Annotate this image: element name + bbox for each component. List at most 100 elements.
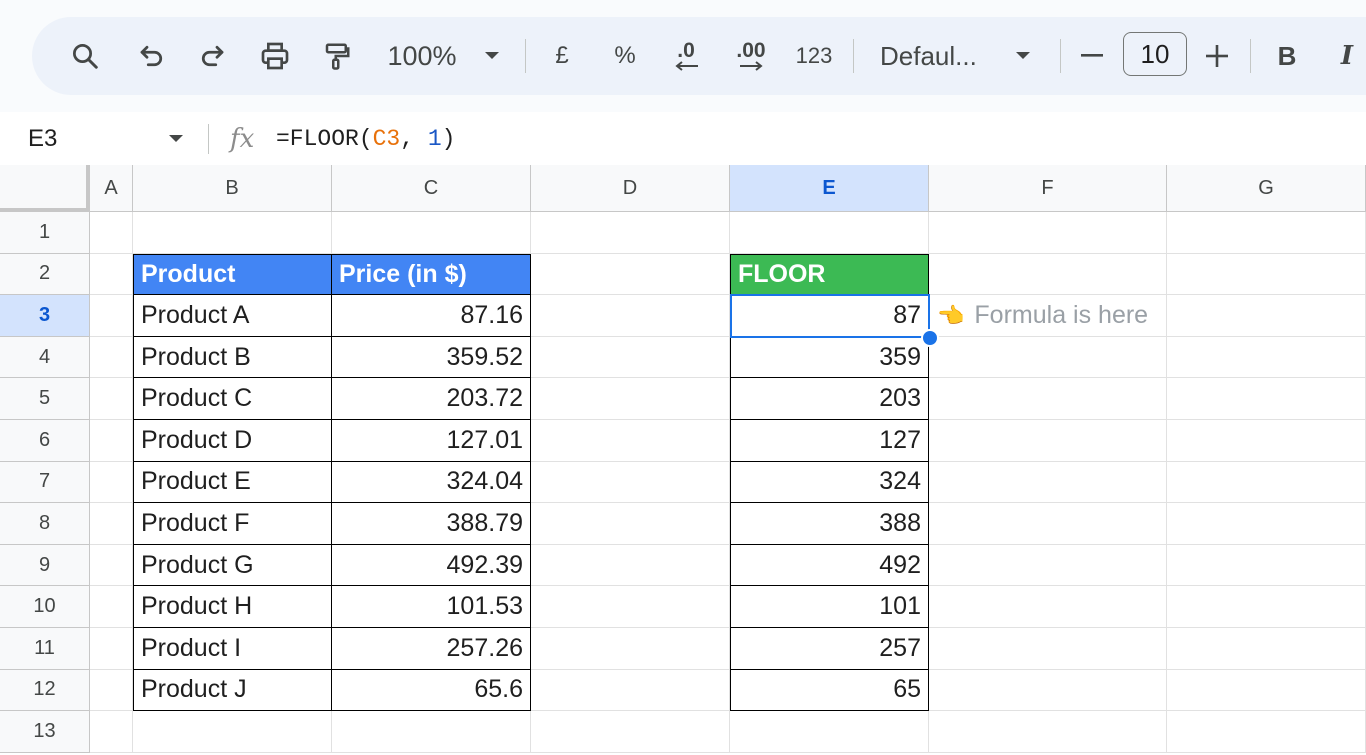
name-box[interactable]: E3 <box>28 112 57 165</box>
zoom-select[interactable]: 100% <box>382 17 462 95</box>
price-cell[interactable]: 257.26 <box>332 628 531 670</box>
formula-bar: E3 fx =FLOOR(C3, 1) <box>0 112 1366 165</box>
formula-note-text: Formula is here <box>974 301 1149 330</box>
pointing-hand-icon: 👈 <box>937 302 965 328</box>
undo-icon[interactable] <box>127 17 177 95</box>
row-header-7[interactable]: 7 <box>0 461 90 504</box>
row-header-1[interactable]: 1 <box>0 212 90 254</box>
row-header-13[interactable]: 13 <box>0 711 90 753</box>
column-header-f[interactable]: F <box>929 165 1167 212</box>
product-cell[interactable]: Product C <box>133 378 332 420</box>
arrow-right-icon <box>740 61 763 71</box>
bold-button[interactable]: B <box>1272 17 1302 95</box>
product-cell[interactable]: Product D <box>133 420 332 462</box>
active-cell-selection[interactable] <box>730 294 930 338</box>
table-header-price[interactable]: Price (in $) <box>332 253 531 296</box>
product-cell[interactable]: Product E <box>133 461 332 504</box>
percent-button[interactable]: % <box>610 17 640 95</box>
formula-prefix: =FLOOR( <box>276 125 373 152</box>
floor-result-cell[interactable]: 492 <box>730 544 929 587</box>
product-cell[interactable]: Product H <box>133 586 332 628</box>
formula-argument: 1 <box>427 125 442 152</box>
row-header-3[interactable]: 3 <box>0 295 90 337</box>
chevron-down-icon[interactable] <box>1008 17 1038 95</box>
price-cell[interactable]: 203.72 <box>332 378 531 420</box>
column-header-g[interactable]: G <box>1167 165 1366 212</box>
column-header-a[interactable]: A <box>90 165 133 212</box>
product-cell[interactable]: Product I <box>133 628 332 670</box>
decrease-font-size-button[interactable] <box>1077 17 1107 95</box>
paint-format-icon[interactable] <box>312 17 362 95</box>
price-cell[interactable]: 388.79 <box>332 503 531 545</box>
product-cell[interactable]: Product B <box>133 336 332 379</box>
price-cell[interactable]: 359.52 <box>332 336 531 379</box>
chevron-down-icon[interactable] <box>477 17 507 95</box>
toolbar-divider <box>853 39 854 73</box>
formula-reference: C3 <box>372 125 401 152</box>
increase-decimal-button[interactable]: .00 <box>726 17 776 95</box>
chevron-down-icon[interactable] <box>168 112 184 165</box>
font-family-select[interactable]: Defaul... <box>880 17 990 95</box>
toolbar-divider <box>525 39 526 73</box>
arrow-left-icon <box>675 61 698 71</box>
price-cell[interactable]: 127.01 <box>332 420 531 462</box>
floor-result-cell[interactable]: 65 <box>730 669 929 712</box>
increase-font-size-button[interactable] <box>1202 17 1232 95</box>
toolbar-area: 100% £ % .0 .00 123 Defaul... 10 B I <box>0 0 1366 112</box>
price-cell[interactable]: 492.39 <box>332 544 531 587</box>
column-header-b[interactable]: B <box>133 165 332 212</box>
gridline-horizontal <box>90 751 1366 753</box>
row-header-9[interactable]: 9 <box>0 544 90 587</box>
italic-button[interactable]: I <box>1332 17 1362 95</box>
product-cell[interactable]: Product J <box>133 669 332 712</box>
select-all-corner[interactable] <box>0 165 90 212</box>
search-icon[interactable] <box>60 17 110 95</box>
price-cell[interactable]: 87.16 <box>332 295 531 337</box>
currency-button[interactable]: £ <box>547 17 577 95</box>
print-icon[interactable] <box>250 17 300 95</box>
column-header-e[interactable]: E <box>730 165 929 212</box>
fx-icon: fx <box>230 123 255 154</box>
increase-decimal-label: .00 <box>736 39 766 62</box>
table-header-product[interactable]: Product <box>133 253 332 296</box>
row-header-5[interactable]: 5 <box>0 378 90 420</box>
decrease-decimal-label: .0 <box>677 39 695 62</box>
floor-result-cell[interactable]: 324 <box>730 461 929 504</box>
font-size-input[interactable]: 10 <box>1123 32 1187 76</box>
floor-result-cell[interactable]: 359 <box>730 336 929 379</box>
redo-icon[interactable] <box>187 17 237 95</box>
column-header-d[interactable]: D <box>531 165 730 212</box>
floor-result-cell[interactable]: 101 <box>730 586 929 628</box>
product-cell[interactable]: Product F <box>133 503 332 545</box>
floor-result-cell[interactable]: 257 <box>730 628 929 670</box>
row-header-4[interactable]: 4 <box>0 336 90 379</box>
formula-suffix: ) <box>441 125 456 152</box>
table-header-floor[interactable]: FLOOR <box>730 253 929 296</box>
product-cell[interactable]: Product A <box>133 295 332 337</box>
formula-separator: , <box>400 125 428 152</box>
spreadsheet-grid[interactable]: A B C D E F G 1 2 3 4 5 6 7 8 9 10 11 12 13 Product Price (in… <box>0 165 1366 755</box>
number-format-button[interactable]: 123 <box>789 17 839 95</box>
plus-icon <box>1206 45 1228 67</box>
row-header-12[interactable]: 12 <box>0 669 90 712</box>
floor-result-cell[interactable]: 388 <box>730 503 929 545</box>
price-cell[interactable]: 101.53 <box>332 586 531 628</box>
toolbar-divider <box>1060 39 1061 73</box>
formula-note: 👈 Formula is here <box>937 295 1148 337</box>
price-cell[interactable]: 324.04 <box>332 461 531 504</box>
formula-bar-divider <box>208 124 209 154</box>
price-cell[interactable]: 65.6 <box>332 669 531 712</box>
formula-input[interactable]: =FLOOR(C3, 1) <box>276 112 455 165</box>
row-header-6[interactable]: 6 <box>0 420 90 462</box>
floor-result-cell[interactable]: 127 <box>730 420 929 462</box>
toolbar: 100% £ % .0 .00 123 Defaul... 10 B I <box>32 17 1366 95</box>
row-header-11[interactable]: 11 <box>0 628 90 670</box>
floor-result-cell[interactable]: 203 <box>730 378 929 420</box>
product-cell[interactable]: Product G <box>133 544 332 587</box>
minus-icon <box>1081 54 1103 57</box>
column-header-c[interactable]: C <box>332 165 531 212</box>
row-header-10[interactable]: 10 <box>0 586 90 628</box>
row-header-8[interactable]: 8 <box>0 503 90 545</box>
row-header-2[interactable]: 2 <box>0 253 90 296</box>
decrease-decimal-button[interactable]: .0 <box>664 17 708 95</box>
